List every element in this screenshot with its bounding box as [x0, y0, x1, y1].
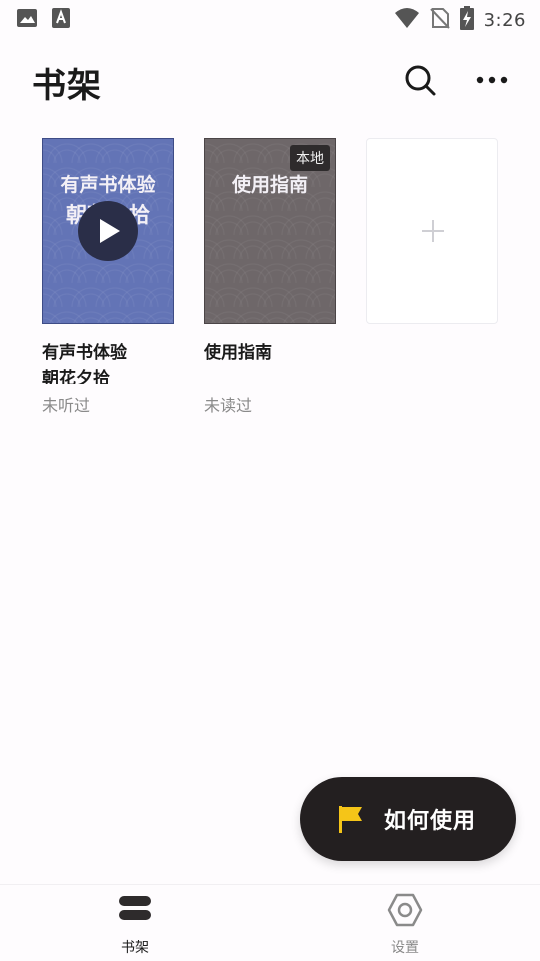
how-to-use-label: 如何使用: [384, 809, 477, 834]
bookshelf-icon: [119, 896, 151, 920]
book-title: 使用指南: [204, 343, 272, 363]
book-cover[interactable]: 本地 使用指南: [204, 138, 336, 324]
search-icon: [405, 65, 436, 96]
nav-label: 设置: [391, 940, 419, 956]
image-icon: [16, 8, 38, 32]
no-sim-icon: [429, 7, 450, 33]
nav-item-bookshelf[interactable]: 书架: [85, 885, 185, 961]
plus-icon: [422, 220, 444, 242]
status-bar: 3:26: [0, 0, 540, 36]
text-a-icon: [52, 8, 70, 32]
play-icon: [100, 219, 120, 243]
nav-label: 书架: [121, 940, 149, 956]
book-item[interactable]: 本地 使用指南 使用指南 未读过: [204, 138, 336, 416]
wifi-icon: [394, 7, 420, 33]
book-title: 有声书体验 朝花夕拾: [42, 343, 127, 384]
status-time: 3:26: [483, 9, 526, 31]
more-button[interactable]: [472, 62, 512, 98]
cover-title: 有声书体验: [60, 174, 156, 196]
search-button[interactable]: [402, 62, 438, 98]
add-book-button[interactable]: [366, 138, 498, 324]
more-icon: [476, 76, 508, 84]
cover-title: 使用指南: [231, 174, 308, 196]
book-cover[interactable]: 有声书体验 朝花夕拾: [42, 138, 174, 324]
flag-icon: [339, 806, 362, 833]
book-status: 未读过: [204, 396, 253, 415]
page-title: 书架: [32, 66, 102, 106]
how-to-use-button[interactable]: 如何使用: [300, 777, 516, 861]
nav-item-settings[interactable]: 设置: [355, 885, 455, 961]
battery-charging-icon: [459, 6, 474, 34]
settings-icon: [387, 893, 423, 927]
app-header: 书架: [0, 48, 540, 112]
bottom-nav: 书架 设置: [0, 884, 540, 961]
book-item[interactable]: 有声书体验 朝花夕拾 有声书体验 朝花夕拾 未听过: [42, 138, 174, 416]
play-button[interactable]: [78, 201, 138, 261]
local-badge: 本地: [290, 145, 330, 171]
book-status: 未听过: [42, 396, 91, 415]
